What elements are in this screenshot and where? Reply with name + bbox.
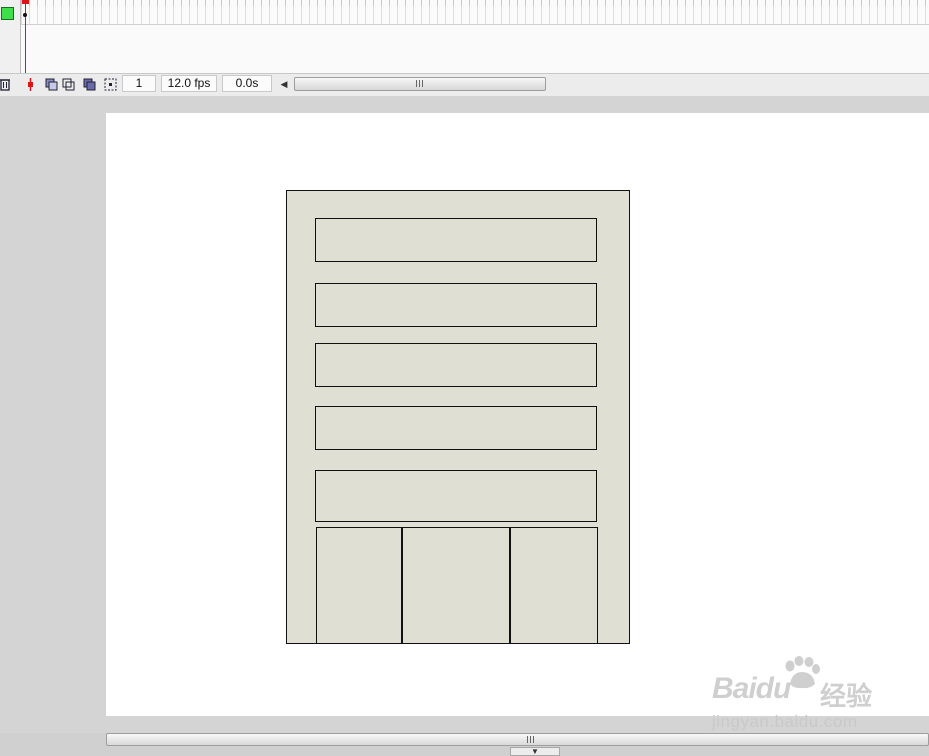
stage-canvas[interactable]: [106, 113, 929, 716]
current-frame-field[interactable]: 1: [122, 75, 156, 92]
edit-multiple-frames-icon[interactable]: [82, 77, 97, 92]
stage-horizontal-scrollbar[interactable]: ▼: [0, 733, 929, 756]
field-rect-5[interactable]: [315, 470, 597, 522]
watermark-logo-cn: 经验: [820, 681, 873, 711]
watermark-url: jingyan.baidu.com: [712, 712, 858, 731]
field-rect-4[interactable]: [315, 406, 597, 450]
onion-skin-icon[interactable]: [44, 77, 59, 92]
timeline-scrollbar[interactable]: [294, 77, 546, 91]
frame-grid[interactable]: [21, 0, 929, 73]
field-rect-1[interactable]: [315, 218, 597, 262]
playhead[interactable]: [25, 0, 26, 73]
layer-column: [0, 0, 21, 73]
pasteboard: [0, 96, 929, 733]
modify-onion-markers-icon[interactable]: [103, 77, 118, 92]
timeline-toolbar: 1 12.0 fps 0.0s ◀: [0, 73, 929, 96]
form-layout-shape[interactable]: [286, 190, 630, 644]
timeline-scroll-thumb[interactable]: [294, 77, 546, 91]
field-rect-2[interactable]: [315, 283, 597, 327]
trash-icon[interactable]: [0, 77, 12, 92]
field-rect-3[interactable]: [315, 343, 597, 387]
chevron-down-icon[interactable]: ▼: [510, 747, 560, 756]
cell-divider: [401, 528, 403, 644]
cell-divider: [509, 528, 511, 644]
baidu-watermark: Baidu 经验 jingyan.baidu.com: [712, 656, 912, 736]
onion-skin-outlines-icon[interactable]: [61, 77, 76, 92]
bottom-cell-row[interactable]: [316, 527, 598, 644]
keyframe-marker[interactable]: [23, 13, 27, 17]
timeline-panel: 1 12.0 fps 0.0s ◀: [0, 0, 929, 96]
elapsed-time-field: 0.0s: [222, 75, 272, 92]
center-frame-icon[interactable]: [23, 77, 38, 92]
scroll-grip-icon: [527, 736, 535, 743]
scroll-grip-icon: [416, 80, 424, 87]
chevron-left-icon[interactable]: ◀: [279, 77, 289, 91]
layer-frame-row[interactable]: [21, 6, 929, 25]
watermark-logo: Baidu: [712, 672, 791, 705]
frame-rate-field[interactable]: 12.0 fps: [161, 75, 217, 92]
layer-color-swatch[interactable]: [1, 7, 14, 20]
